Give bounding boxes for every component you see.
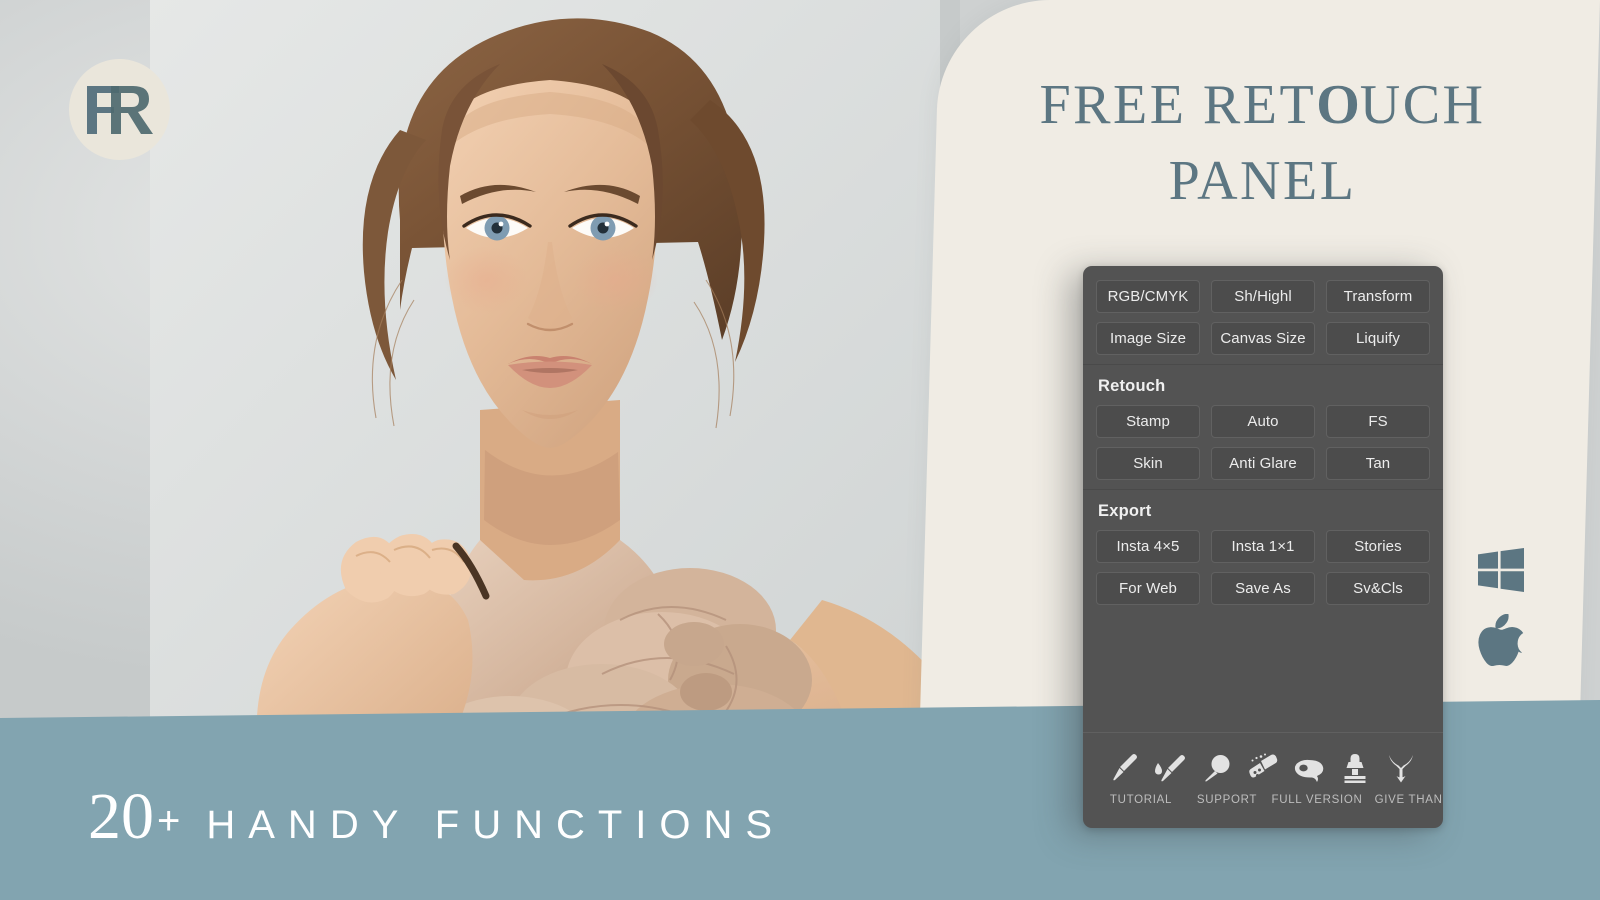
fr-monogram-icon (83, 82, 157, 138)
button-row: Stamp Auto FS (1096, 405, 1430, 438)
button-stories[interactable]: Stories (1326, 530, 1430, 563)
button-rgb-cmyk[interactable]: RGB/CMYK (1096, 280, 1200, 313)
apple-icon (1478, 614, 1524, 666)
footer-label-support[interactable]: SUPPORT (1187, 794, 1267, 806)
button-liquify[interactable]: Liquify (1326, 322, 1430, 355)
button-for-web[interactable]: For Web (1096, 572, 1200, 605)
os-compatibility-badges (1478, 548, 1524, 688)
banner-text: 20 + HANDY FUNCTIONS (88, 784, 785, 850)
button-fs[interactable]: FS (1326, 405, 1430, 438)
title-line2: PANEL (1168, 149, 1357, 212)
section-title-retouch: Retouch (1098, 377, 1166, 395)
footer-label-row: TUTORIAL SUPPORT FULL VERSION GIVE THANK… (1083, 794, 1443, 806)
button-row: For Web Save As Sv&Cls (1096, 572, 1430, 605)
footer-label-full-version[interactable]: FULL VERSION (1267, 794, 1367, 806)
button-insta-4x5[interactable]: Insta 4×5 (1096, 530, 1200, 563)
button-sh-highl[interactable]: Sh/Highl (1211, 280, 1315, 313)
branch-icon[interactable] (1381, 753, 1421, 783)
button-auto[interactable]: Auto (1211, 405, 1315, 438)
footer-icon-row (1083, 745, 1443, 783)
lasso-icon[interactable] (1289, 757, 1329, 783)
model-photograph (150, 0, 940, 770)
retouch-tool-panel[interactable]: RGB/CMYK Sh/Highl Transform Image Size C… (1083, 266, 1443, 828)
button-insta-1x1[interactable]: Insta 1×1 (1211, 530, 1315, 563)
panel-section-retouch: Retouch Stamp Auto FS Skin Anti Glare Ta… (1083, 365, 1443, 480)
footer-label-give-thanks[interactable]: GIVE THANKS (1367, 794, 1443, 806)
footer-label-tutorial[interactable]: TUTORIAL (1095, 794, 1187, 806)
patch-eraser-icon[interactable] (1243, 753, 1283, 783)
button-skin[interactable]: Skin (1096, 447, 1200, 480)
brush-icon[interactable] (1105, 753, 1145, 783)
dodge-tool-icon[interactable] (1197, 753, 1237, 783)
panel-section-export: Export Insta 4×5 Insta 1×1 Stories For W… (1083, 490, 1443, 605)
button-row: RGB/CMYK Sh/Highl Transform (1096, 280, 1430, 313)
page-title: FREE RETOUCH PANEL (990, 68, 1535, 219)
title-line1-post: UCH (1359, 74, 1486, 136)
banner-tagline: HANDY FUNCTIONS (206, 803, 786, 847)
section-title-export: Export (1098, 502, 1152, 520)
poster-canvas: 20 + HANDY FUNCTIONS FREE RETOUCH PANEL (0, 0, 1600, 900)
banner-number: 20 (88, 780, 154, 853)
windows-icon (1478, 548, 1524, 592)
button-tan[interactable]: Tan (1326, 447, 1430, 480)
button-row: Image Size Canvas Size Liquify (1096, 322, 1430, 355)
button-save-as[interactable]: Save As (1211, 572, 1315, 605)
brand-logo (69, 59, 170, 160)
title-line1-pre: FREE RET (1039, 74, 1317, 136)
button-sv-cls[interactable]: Sv&Cls (1326, 572, 1430, 605)
button-anti-glare[interactable]: Anti Glare (1211, 447, 1315, 480)
button-row: Skin Anti Glare Tan (1096, 447, 1430, 480)
button-row: Insta 4×5 Insta 1×1 Stories (1096, 530, 1430, 563)
button-canvas-size[interactable]: Canvas Size (1211, 322, 1315, 355)
button-transform[interactable]: Transform (1326, 280, 1430, 313)
title-line1-heavy-o: O (1316, 74, 1360, 136)
banner-plus-sign: + (157, 799, 181, 843)
button-stamp[interactable]: Stamp (1096, 405, 1200, 438)
mixer-brush-icon[interactable] (1151, 753, 1191, 783)
button-image-size[interactable]: Image Size (1096, 322, 1200, 355)
panel-footer: TUTORIAL SUPPORT FULL VERSION GIVE THANK… (1083, 732, 1443, 828)
clone-stamp-icon[interactable] (1335, 753, 1375, 783)
panel-section-adjustments: RGB/CMYK Sh/Highl Transform Image Size C… (1083, 266, 1443, 355)
